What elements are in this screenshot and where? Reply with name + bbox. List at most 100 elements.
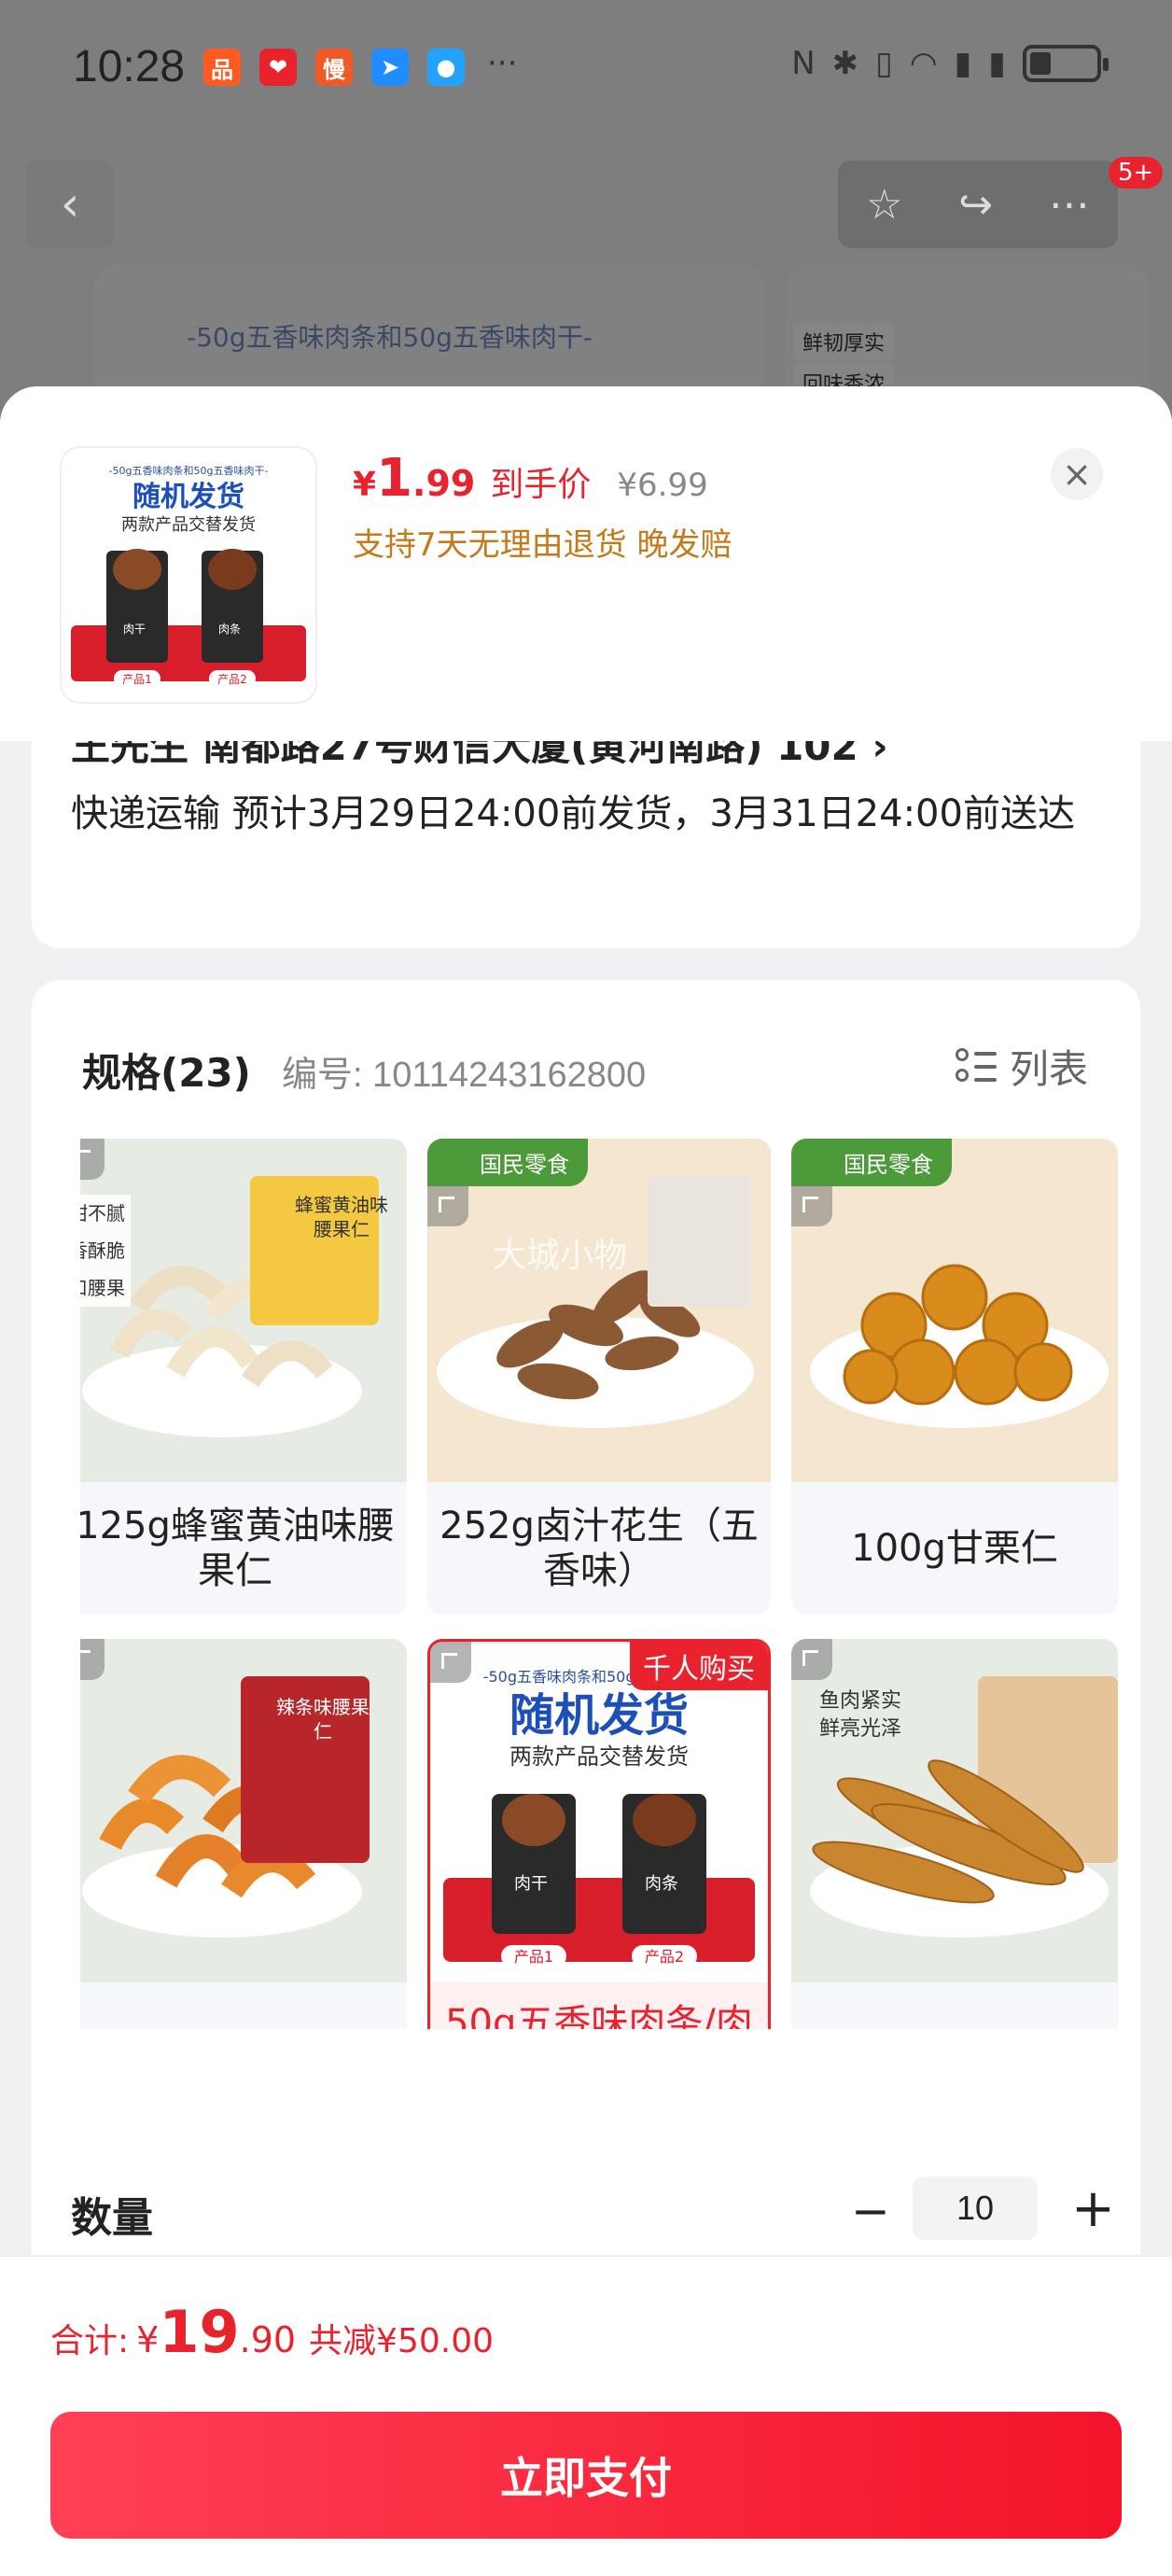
nfc-icon: N bbox=[791, 45, 816, 82]
expand-icon[interactable] bbox=[430, 1642, 471, 1683]
image-tag: 鱼肉紧实 鲜亮光泽 bbox=[819, 1689, 902, 1741]
share-icon[interactable]: ↪ bbox=[958, 181, 993, 229]
image-product-1: 产品1 bbox=[514, 1948, 553, 1966]
thumb-product-2: 产品2 bbox=[217, 673, 247, 686]
spec-option-label: 100g甘栗仁 bbox=[851, 1527, 1058, 1570]
total-currency: ¥ bbox=[136, 2319, 160, 2360]
quantity-row: 数量 − 10 + bbox=[71, 2177, 1115, 2259]
total-discount: 共减¥50.00 bbox=[309, 2322, 495, 2360]
system-icons: N ✱ ▯ ◠ ▮ ▮ bbox=[791, 45, 1109, 82]
total-decimal: .90 bbox=[239, 2319, 297, 2360]
close-button[interactable]: × bbox=[1051, 448, 1103, 500]
total-label: 合计: bbox=[50, 2322, 130, 2360]
quantity-decrease-button[interactable]: − bbox=[851, 2184, 890, 2238]
product-thumbnail-image: -50g五香味肉条和50g五香味肉干- 随机发货 两款产品交替发货 肉干 肉条 … bbox=[62, 448, 315, 702]
quantity-increase-button[interactable]: + bbox=[1071, 2178, 1115, 2239]
spec-option[interactable]: 国民零食 大城小物 252g卤汁花生（五香味） bbox=[427, 1139, 771, 1615]
image-side-text: 甜不腻香酥脆口腰果 bbox=[80, 1195, 131, 1307]
spec-title: 规格(23) bbox=[82, 1050, 251, 1096]
spec-option[interactable]: 蜂蜜黄油味腰果仁 甜不腻香酥脆口腰果 125g蜂蜜黄油味腰果仁 bbox=[80, 1139, 407, 1615]
image-product-2: 产品2 bbox=[645, 1948, 684, 1966]
chestnut-image bbox=[791, 1139, 1118, 1482]
more-notifications-icon: ··· bbox=[487, 45, 518, 82]
jerky-image: -50g五香味肉条和50g五香味肉干- 随机发货 两款产品交替发货 肉干 肉条 … bbox=[430, 1645, 768, 1982]
delivery-estimate: 快递运输 预计3月29日24:00前发货，3月31日24:00前送达 bbox=[71, 792, 1075, 835]
image-tag: 辣条味腰果仁 bbox=[276, 1696, 370, 1743]
quantity-label: 数量 bbox=[71, 2194, 153, 2242]
checkout-footer: 合计: ¥ 19 .90 共减¥50.00 立即支付 bbox=[0, 2255, 1172, 2576]
thumb-label-1: 肉干 bbox=[123, 623, 146, 636]
thumb-title: 随机发货 bbox=[133, 481, 244, 513]
hot-sale-tag: 千人购买 bbox=[630, 1642, 768, 1690]
image-label-1: 肉干 bbox=[514, 1874, 548, 1894]
vibrate-icon: ▯ bbox=[875, 45, 893, 82]
final-price-label: 到手价 bbox=[490, 466, 592, 504]
top-action-group: ☆ ↪ ⋯ bbox=[838, 161, 1118, 248]
star-icon[interactable]: ☆ bbox=[866, 181, 902, 229]
more-icon[interactable]: ⋯ bbox=[1049, 181, 1090, 229]
battery-icon bbox=[1023, 45, 1109, 82]
close-icon: × bbox=[1062, 454, 1092, 495]
spec-option[interactable]: 国民零食 100g甘栗仁 bbox=[791, 1139, 1118, 1615]
expand-icon[interactable] bbox=[80, 1639, 105, 1680]
notification-glyph: ❤ bbox=[268, 54, 288, 80]
image-title: 随机发货 bbox=[509, 1689, 689, 1742]
image-subtitle: 两款产品交替发货 bbox=[509, 1743, 689, 1770]
total-row: 合计: ¥ 19 .90 共减¥50.00 bbox=[50, 2298, 494, 2366]
expand-icon[interactable] bbox=[791, 1639, 832, 1680]
status-bar: 10:28 品 ❤ 慢 ➤ ● ··· N ✱ ▯ ◠ ▮ ▮ bbox=[0, 0, 1172, 140]
total-integer: 19 bbox=[159, 2298, 240, 2366]
pay-now-button[interactable]: 立即支付 bbox=[50, 2412, 1122, 2539]
product-code: 编号: 10114243162800 bbox=[282, 1056, 647, 1095]
image-tag: 蜂蜜黄油味腰果仁 bbox=[295, 1194, 388, 1240]
list-view-label: 列表 bbox=[1009, 1046, 1088, 1092]
sheet-header: -50g五香味肉条和50g五香味肉干- 随机发货 两款产品交替发货 肉干 肉条 … bbox=[0, 386, 1172, 741]
currency-symbol: ¥ bbox=[353, 466, 377, 504]
peanut-image bbox=[427, 1139, 771, 1482]
app-icon: 慢 bbox=[315, 49, 353, 86]
navigation-app-icon: ➤ bbox=[371, 49, 409, 86]
expand-icon[interactable] bbox=[80, 1139, 105, 1180]
image-label-2: 肉条 bbox=[645, 1874, 678, 1894]
list-view-toggle[interactable]: 列表 bbox=[955, 1038, 1088, 1095]
side-text: 香酥脆 bbox=[80, 1239, 125, 1262]
spec-option-label: 252g卤汁花生（五香味） bbox=[440, 1505, 759, 1592]
list-icon bbox=[955, 1046, 997, 1087]
side-text: 甜不腻 bbox=[80, 1202, 125, 1225]
image-watermark: 大城小物 bbox=[493, 1237, 628, 1275]
thumb-label-2: 肉条 bbox=[218, 623, 241, 636]
app-icon: 品 bbox=[203, 49, 241, 86]
thumb-product-1: 产品1 bbox=[122, 673, 152, 686]
bluetooth-icon: ✱ bbox=[831, 45, 859, 82]
chevron-left-icon: ‹ bbox=[60, 176, 80, 232]
back-button[interactable]: ‹ bbox=[26, 161, 114, 248]
wifi-icon: ◠ bbox=[909, 45, 938, 82]
side-text: 口腰果 bbox=[80, 1277, 125, 1299]
notification-glyph: 慢 bbox=[323, 56, 345, 83]
heart-app-icon: ❤ bbox=[259, 49, 297, 86]
brand-tag: 国民零食 bbox=[791, 1139, 952, 1186]
notification-glyph: ➤ bbox=[380, 54, 400, 80]
address-line: 王先生 南都路27号财信大厦(黄河南路) 102 › bbox=[71, 741, 888, 769]
expand-icon[interactable] bbox=[791, 1185, 832, 1226]
address-card[interactable]: 王先生 南都路27号财信大厦(黄河南路) 102 › 快递运输 预计3月29日2… bbox=[32, 741, 1140, 948]
product-thumbnail[interactable]: -50g五香味肉条和50g五香味肉干- 随机发货 两款产品交替发货 肉干 肉条 … bbox=[62, 448, 315, 702]
spec-option-label: 125g蜂蜜黄油味腰果仁 bbox=[80, 1505, 395, 1592]
return-policy: 支持7天无理由退货 晚发赔 bbox=[353, 526, 732, 564]
brand-tag: 国民零食 bbox=[427, 1139, 588, 1186]
thumb-subtitle: 两款产品交替发货 bbox=[121, 515, 256, 535]
chat-app-icon: ● bbox=[427, 49, 465, 86]
message-badge: 5+ bbox=[1109, 157, 1164, 189]
notification-glyph: 品 bbox=[211, 56, 233, 83]
quantity-input[interactable]: 10 bbox=[913, 2177, 1038, 2240]
signal-icon: ▮ bbox=[988, 45, 1006, 82]
price-decimal: .99 bbox=[412, 463, 476, 504]
price-row: ¥1.99 到手价 ¥6.99 bbox=[353, 448, 708, 509]
final-price: ¥1.99 bbox=[353, 448, 475, 509]
thumb-banner: -50g五香味肉条和50g五香味肉干- bbox=[109, 464, 269, 477]
signal-icon: ▮ bbox=[954, 45, 972, 82]
original-price: ¥6.99 bbox=[617, 467, 708, 504]
expand-icon[interactable] bbox=[427, 1185, 468, 1226]
price-integer: 1 bbox=[376, 448, 413, 509]
clock: 10:28 bbox=[73, 42, 186, 91]
